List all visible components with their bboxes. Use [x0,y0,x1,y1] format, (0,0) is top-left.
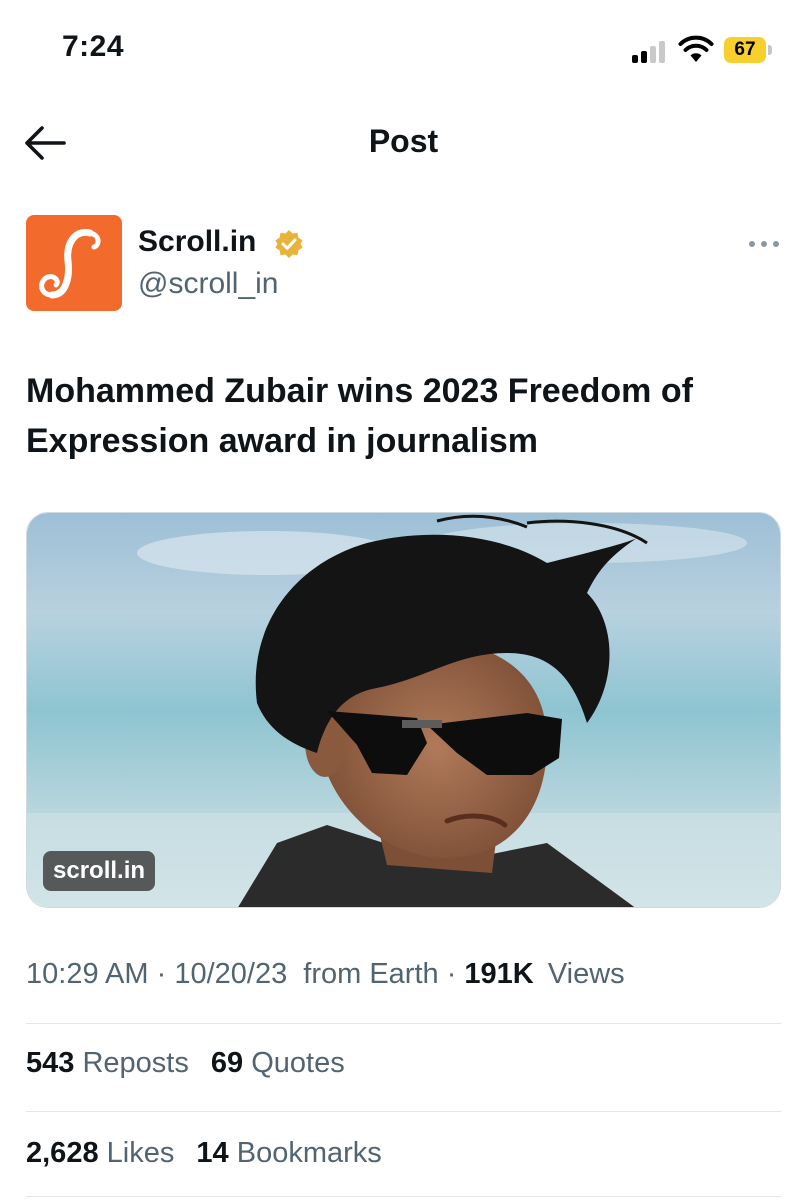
battery-tip [768,45,772,55]
post-text: Mohammed Zubair wins 2023 Freedom of Exp… [26,372,693,460]
divider [26,1196,781,1197]
likes-stat[interactable]: 2,628 Likes [26,1137,174,1170]
scroll-logo-icon [39,228,101,299]
quotes-label: Quotes [251,1047,345,1079]
like-stats: 2,628 Likes 14 Bookmarks [26,1137,781,1170]
status-time: 7:24 [62,30,125,63]
cellular-signal-icon [632,41,672,63]
meta-separator: · [156,958,175,990]
views-label: Views [547,958,625,990]
status-bar: 7:24 67 [0,0,807,100]
quotes-stat[interactable]: 69 Quotes [211,1047,345,1080]
wifi-icon [678,35,714,62]
bookmarks-label: Bookmarks [236,1137,382,1169]
more-horizontal-icon[interactable] [748,239,780,249]
link-domain-badge: scroll.in [43,851,156,891]
reposts-stat[interactable]: 543 Reposts [26,1047,189,1080]
page-title: Post [368,123,439,159]
bookmarks-count: 14 [196,1137,229,1169]
post-date: 10/20/23 [174,958,288,990]
avatar[interactable] [26,215,122,311]
bookmarks-stat[interactable]: 14 Bookmarks [196,1137,381,1170]
post-location: from Earth [303,958,439,990]
link-card-image[interactable]: scroll.in [26,512,781,908]
post-detail-screen: 7:24 67 Post Scroll.in @scroll_in Mohamm… [0,0,807,1200]
likes-count: 2,628 [26,1137,99,1169]
likes-label: Likes [106,1137,175,1169]
views-count: 191K [464,958,534,990]
divider [26,1111,781,1112]
quotes-count: 69 [210,1047,244,1079]
article-photo [27,513,780,907]
post-author: Scroll.in @scroll_in [26,215,781,315]
reposts-label: Reposts [82,1047,189,1079]
verified-badge-icon [275,230,303,258]
repost-stats: 543 Reposts 69 Quotes [26,1047,781,1080]
post-meta: 10:29 AM · 10/20/23 from Earth · 191K Vi… [26,958,781,991]
battery-icon: 67 [724,37,766,63]
author-handle[interactable]: @scroll_in [138,267,279,301]
meta-separator: · [446,958,465,990]
author-name[interactable]: Scroll.in [138,225,256,259]
reposts-count: 543 [26,1047,75,1079]
post-time: 10:29 AM [26,958,149,990]
nav-header: Post [0,105,807,181]
divider [26,1023,781,1024]
